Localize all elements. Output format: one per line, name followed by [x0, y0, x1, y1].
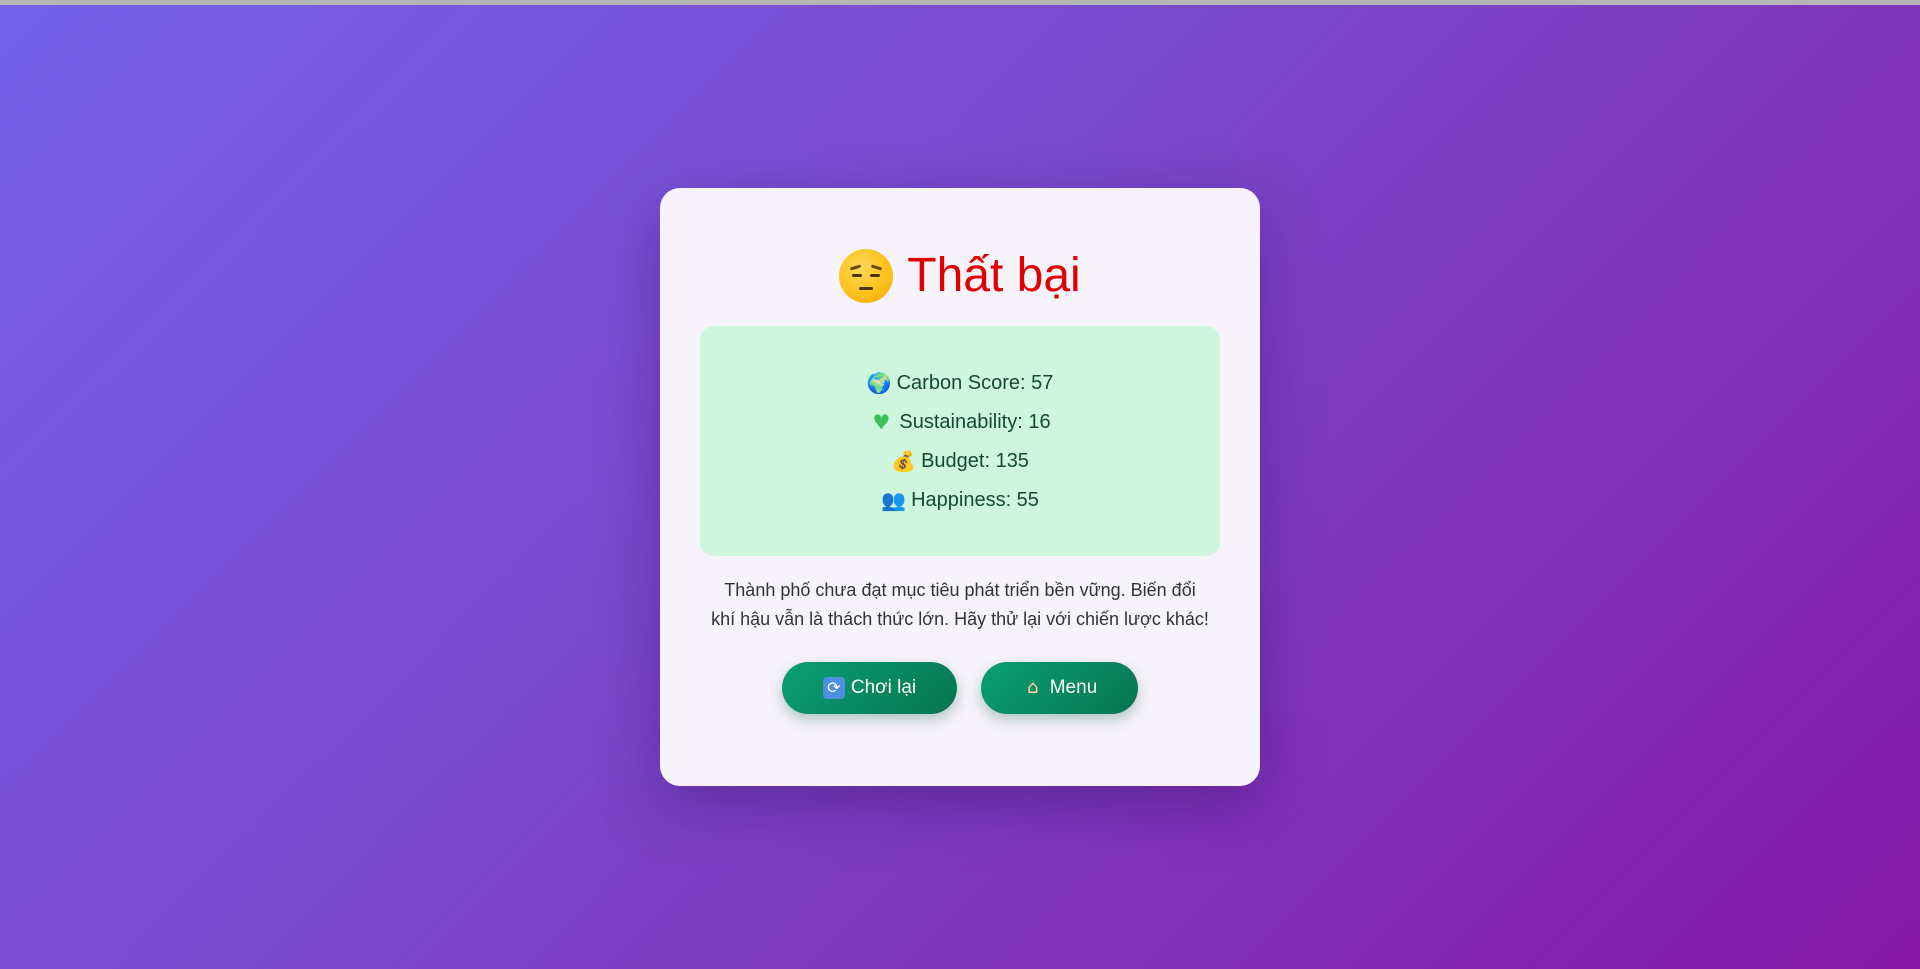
stats-panel: 🌍 Carbon Score: 57 ♥ Sustainability: 16 … [700, 326, 1220, 556]
result-title-text: Thất bại [907, 249, 1081, 302]
stat-carbon-score-text: Carbon Score: 57 [896, 372, 1054, 394]
menu-button-label: Menu [1049, 677, 1098, 698]
menu-button[interactable]: ⌂ Menu [981, 662, 1138, 714]
stat-sustainability: ♥ Sustainability: 16 [700, 403, 1220, 442]
green-heart-icon: ♥ [872, 410, 891, 434]
replay-button[interactable]: ⟳ Chơi lại [782, 662, 957, 714]
result-title: Thất bại [700, 246, 1220, 306]
money-bag-icon: 💰 [891, 449, 916, 473]
replay-icon: ⟳ [822, 677, 845, 699]
replay-button-label: Chơi lại [850, 677, 917, 698]
stat-budget: 💰 Budget: 135 [700, 442, 1220, 481]
globe-icon: 🌍 [866, 371, 892, 395]
stat-sustainability-text: Sustainability: 16 [899, 411, 1051, 433]
people-icon: 👥 [881, 488, 906, 512]
stat-carbon-score: 🌍 Carbon Score: 57 [700, 364, 1220, 403]
result-message: Thành phố chưa đạt mục tiêu phát triển b… [711, 580, 1209, 629]
game-over-dialog: Thất bại 🌍 Carbon Score: 57 ♥ Sustainabi… [660, 188, 1260, 786]
stat-budget-text: Budget: 135 [921, 450, 1029, 472]
action-buttons: ⟳ Chơi lại ⌂ Menu [700, 662, 1220, 714]
pensive-face-icon [839, 249, 894, 303]
home-icon: ⌂ [1027, 677, 1039, 698]
stat-happiness-text: Happiness: 55 [911, 489, 1039, 511]
browser-top-strip [0, 0, 1920, 5]
stat-happiness: 👥 Happiness: 55 [700, 481, 1220, 520]
